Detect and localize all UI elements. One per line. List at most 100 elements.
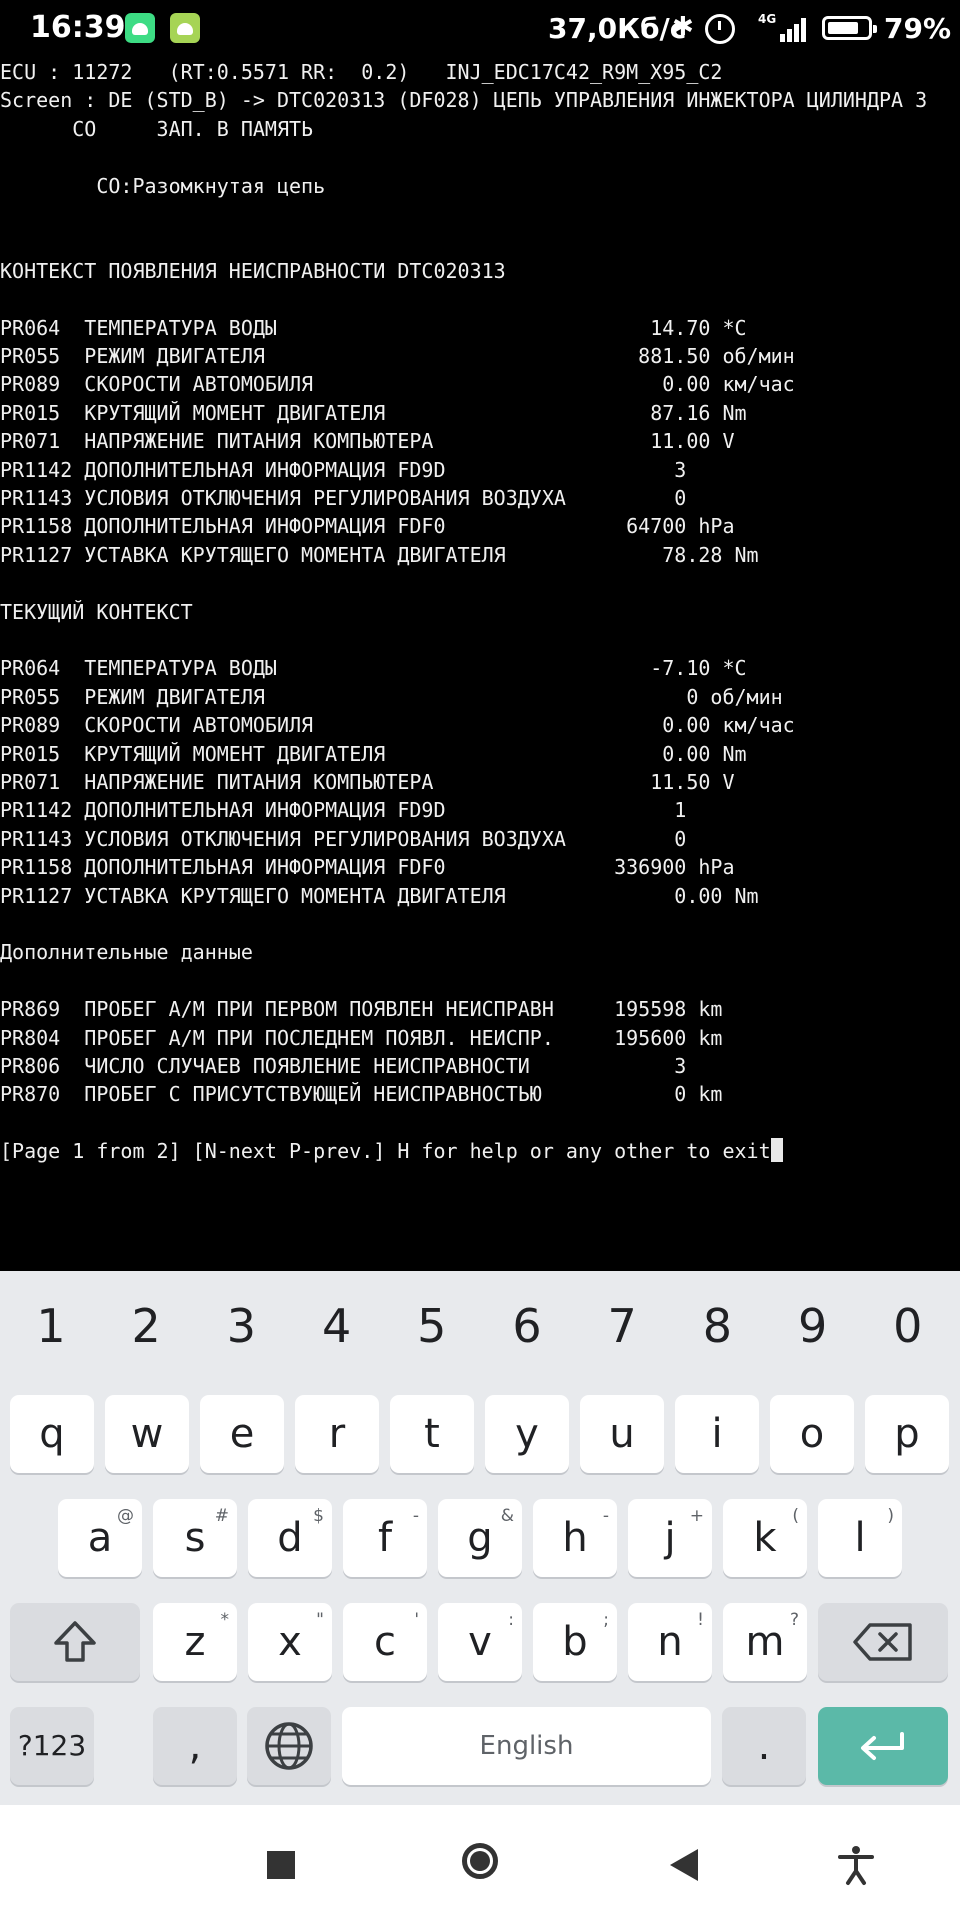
- number-key-9[interactable]: 9: [765, 1291, 861, 1361]
- key-u[interactable]: u: [580, 1395, 664, 1473]
- terminal-line-text: PR064 ТЕМПЕРАТУРА ВОДЫ 14.70 *C: [0, 315, 747, 340]
- terminal-line-text: PR804 ПРОБЕГ А/М ПРИ ПОСЛЕДНЕМ ПОЯВЛ. НЕ…: [0, 1025, 723, 1050]
- key-v[interactable]: v:: [438, 1603, 522, 1681]
- number-key-8[interactable]: 8: [669, 1291, 765, 1361]
- key-label: p: [894, 1411, 920, 1457]
- key-x[interactable]: x ": [248, 1603, 332, 1681]
- key-label: w: [130, 1411, 164, 1457]
- symbols-key[interactable]: ?123: [10, 1707, 94, 1785]
- language-key[interactable]: [247, 1707, 331, 1785]
- number-key-0[interactable]: 0: [860, 1291, 956, 1361]
- number-key-3[interactable]: 3: [193, 1291, 289, 1361]
- number-key-2[interactable]: 2: [98, 1291, 194, 1361]
- number-key-6[interactable]: 6: [479, 1291, 575, 1361]
- key-label: z: [184, 1619, 206, 1665]
- key-hint: *: [220, 1610, 230, 1630]
- key-p[interactable]: p: [865, 1395, 949, 1473]
- key-label: y: [515, 1411, 539, 1457]
- network-speed: 37,0Кб/с: [548, 12, 687, 45]
- key-z[interactable]: z *: [153, 1603, 237, 1681]
- key-hint: #: [214, 1506, 229, 1526]
- key-d[interactable]: d $: [248, 1499, 332, 1577]
- period-key[interactable]: .: [722, 1707, 806, 1785]
- terminal-output[interactable]: ECU : 11272 (RT:0.5571 RR: 0.2) INJ_EDC1…: [0, 58, 960, 1271]
- key-h[interactable]: h-: [533, 1499, 617, 1577]
- key-k[interactable]: k(: [723, 1499, 807, 1577]
- battery-icon: [822, 16, 877, 40]
- terminal-line-text: PR1127 УСТАВКА КРУТЯЩЕГО МОМЕНТА ДВИГАТЕ…: [0, 883, 759, 908]
- terminal-line: Дополнительные данные: [0, 938, 253, 966]
- key-hint: :: [508, 1610, 514, 1630]
- keyboard-number-row: 1234567890: [0, 1291, 960, 1361]
- globe-icon: [265, 1722, 313, 1770]
- key-g[interactable]: g &: [438, 1499, 522, 1577]
- comma-key[interactable]: ,: [153, 1707, 237, 1785]
- key-j[interactable]: j +: [628, 1499, 712, 1577]
- terminal-line: PR1142 ДОПОЛНИТЕЛЬНАЯ ИНФОРМАЦИЯ FD9D 1: [0, 796, 686, 824]
- key-m[interactable]: m?: [723, 1603, 807, 1681]
- backspace-key[interactable]: [818, 1603, 948, 1681]
- terminal-line-text: Screen : DE (STD_B) -> DTC020313 (DF028)…: [0, 88, 928, 113]
- key-s[interactable]: s #: [153, 1499, 237, 1577]
- number-key-5[interactable]: 5: [384, 1291, 480, 1361]
- enter-key[interactable]: [818, 1707, 948, 1785]
- key-a[interactable]: a @: [58, 1499, 142, 1577]
- terminal-line: PR089 СКОРОСТИ АВТОМОБИЛЯ 0.00 км/час: [0, 711, 795, 739]
- key-b[interactable]: b;: [533, 1603, 617, 1681]
- key-hint: -: [602, 1506, 609, 1526]
- key-label: x: [278, 1619, 302, 1665]
- key-y[interactable]: y: [485, 1395, 569, 1473]
- key-w[interactable]: w: [105, 1395, 189, 1473]
- key-hint: ': [414, 1610, 419, 1630]
- key-e[interactable]: e: [200, 1395, 284, 1473]
- key-label: k: [753, 1515, 777, 1561]
- number-key-1[interactable]: 1: [3, 1291, 99, 1361]
- shift-key[interactable]: [10, 1603, 140, 1681]
- backspace-icon: [853, 1623, 912, 1661]
- battery-percent: 79%: [884, 12, 952, 45]
- terminal-line: PR1158 ДОПОЛНИТЕЛЬНАЯ ИНФОРМАЦИЯ FDF0 33…: [0, 853, 735, 881]
- android-app-icon: [125, 13, 155, 43]
- text-cursor: [770, 1138, 783, 1163]
- key-o[interactable]: o: [770, 1395, 854, 1473]
- key-label: g: [467, 1515, 493, 1561]
- terminal-line: PR869 ПРОБЕГ А/М ПРИ ПЕРВОМ ПОЯВЛЕН НЕИС…: [0, 995, 722, 1023]
- key-i[interactable]: i: [675, 1395, 759, 1473]
- back-button[interactable]: [656, 1835, 716, 1895]
- key-t[interactable]: t: [390, 1395, 474, 1473]
- terminal-line-text: ТЕКУЩИЙ КОНТЕКСТ: [0, 599, 193, 624]
- terminal-line: PR1143 УСЛОВИЯ ОТКЛЮЧЕНИЯ РЕГУЛИРОВАНИЯ …: [0, 825, 686, 853]
- terminal-line-text: PR1143 УСЛОВИЯ ОТКЛЮЧЕНИЯ РЕГУЛИРОВАНИЯ …: [0, 826, 687, 851]
- key-f[interactable]: f-: [343, 1499, 427, 1577]
- key-label: t: [424, 1411, 440, 1457]
- number-key-4[interactable]: 4: [289, 1291, 385, 1361]
- terminal-line: Screen : DE (STD_B) -> DTC020313 (DF028)…: [0, 86, 927, 114]
- terminal-line-text: КОНТЕКСТ ПОЯВЛЕНИЯ НЕИСПРАВНОСТИ DTC0203…: [0, 258, 506, 283]
- key-hint: (: [792, 1506, 799, 1526]
- alarm-icon: [705, 14, 735, 44]
- number-key-7[interactable]: 7: [574, 1291, 670, 1361]
- space-key[interactable]: English: [342, 1707, 711, 1785]
- key-label: m: [745, 1619, 785, 1665]
- key-n[interactable]: n!: [628, 1603, 712, 1681]
- status-bar: 16:39 37,0Кб/с ✱ 4G 79%: [0, 0, 960, 60]
- key-l[interactable]: l): [818, 1499, 902, 1577]
- home-button[interactable]: [454, 1835, 514, 1895]
- terminal-line-text: PR089 СКОРОСТИ АВТОМОБИЛЯ 0.00 км/час: [0, 372, 795, 397]
- terminal-line: PR089 СКОРОСТИ АВТОМОБИЛЯ 0.00 км/час: [0, 370, 795, 398]
- key-label: r: [328, 1411, 346, 1457]
- key-q[interactable]: q: [10, 1395, 94, 1473]
- terminal-line: PR1142 ДОПОЛНИТЕЛЬНАЯ ИНФОРМАЦИЯ FD9D 3: [0, 456, 686, 484]
- key-c[interactable]: c ': [343, 1603, 427, 1681]
- terminal-line-text: PR055 РЕЖИМ ДВИГАТЕЛЯ 0 об/мин: [0, 684, 783, 709]
- android-app-icon-2: [170, 13, 200, 43]
- accessibility-button[interactable]: [826, 1835, 886, 1895]
- terminal-line-text: [Page 1 from 2] [N-next P-prev.] H for h…: [0, 1139, 771, 1164]
- terminal-line: PR071 НАПРЯЖЕНИЕ ПИТАНИЯ КОМПЬЮТЕРА 11.0…: [0, 427, 735, 455]
- terminal-line: PR015 КРУТЯЩИЙ МОМЕНТ ДВИГАТЕЛЯ 0.00 Nm: [0, 740, 747, 768]
- key-r[interactable]: r: [295, 1395, 379, 1473]
- key-label: b: [562, 1619, 588, 1665]
- terminal-line-text: PR1142 ДОПОЛНИТЕЛЬНАЯ ИНФОРМАЦИЯ FD9D 3: [0, 457, 687, 482]
- recents-button[interactable]: [252, 1835, 312, 1895]
- status-time: 16:39: [30, 10, 126, 45]
